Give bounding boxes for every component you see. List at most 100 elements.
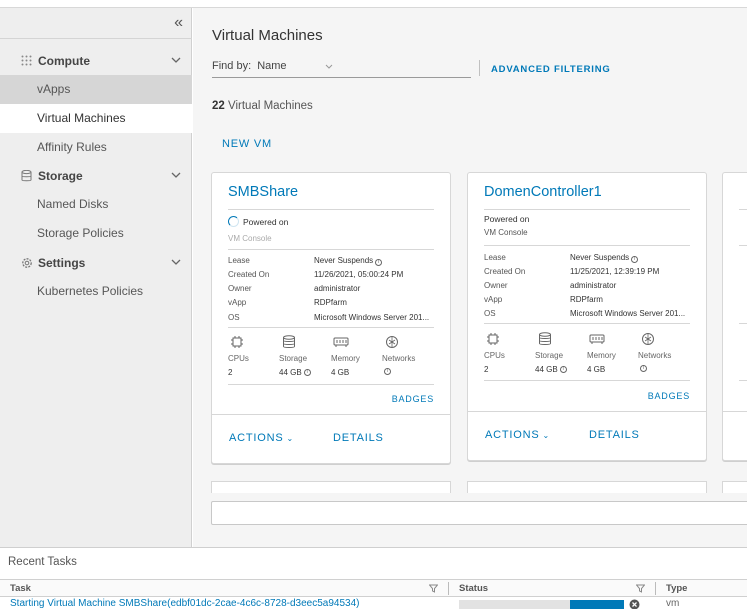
vapp-label: vApp — [484, 295, 503, 304]
divider — [484, 245, 690, 246]
storage-icon — [539, 332, 551, 345]
task-progress-bar — [459, 600, 624, 609]
sidebar-group-label: Compute — [38, 53, 90, 68]
cpu-icon — [231, 336, 243, 348]
find-by-value: Name — [257, 60, 287, 72]
footer-bar — [211, 501, 747, 525]
sidebar-group-storage[interactable]: Storage — [0, 161, 192, 190]
sidebar-item-vapps[interactable]: vApps — [0, 75, 192, 104]
sidebar-item-named-disks[interactable]: Named Disks — [0, 190, 192, 219]
divider — [484, 209, 690, 210]
info-icon[interactable]: i — [375, 259, 383, 266]
lease-label: Lease — [228, 256, 250, 265]
networks-label: Networks — [638, 351, 672, 360]
cancel-task-icon[interactable] — [629, 599, 640, 609]
vm-name-link[interactable]: SMBShare — [228, 184, 298, 200]
storage-label: Storage — [279, 354, 308, 363]
vm-name-link[interactable]: DomenController1 — [484, 184, 602, 200]
vm-console-link[interactable]: VM Console — [484, 228, 528, 237]
badges-link[interactable]: BADGES — [648, 391, 690, 401]
lease-label: Lease — [484, 253, 506, 262]
created-on-value: 11/26/2021, 05:00:24 PM — [314, 270, 404, 279]
chevron-down-icon — [325, 64, 333, 69]
badges-link[interactable]: BADGES — [392, 394, 434, 404]
compute-icon — [20, 54, 33, 67]
memory-value: 4 GB — [331, 368, 350, 377]
details-link[interactable]: DETAILS — [589, 429, 640, 441]
owner-value: administrator — [570, 281, 617, 290]
gear-icon — [20, 256, 33, 269]
vm-card-next-row — [467, 481, 707, 493]
column-header-type[interactable]: Type — [666, 583, 687, 594]
vapp-value: RDPfarm — [314, 298, 347, 307]
column-header-task[interactable]: Task — [10, 583, 31, 594]
collapse-sidebar-button[interactable]: « — [174, 14, 183, 32]
power-status: Powered on — [228, 216, 288, 227]
info-icon[interactable]: i — [303, 369, 311, 376]
info-icon[interactable]: i — [384, 368, 391, 375]
task-link[interactable]: Starting Virtual Machine SMBShare(edbf01… — [10, 598, 359, 609]
divider — [739, 323, 747, 324]
network-icon — [386, 336, 398, 348]
vm-count: 22 Virtual Machines — [212, 100, 313, 112]
column-divider[interactable] — [448, 582, 449, 595]
chevron-down-icon[interactable] — [170, 256, 182, 268]
top-header-bar — [0, 0, 747, 8]
chevron-down-icon[interactable] — [170, 169, 182, 181]
divider — [484, 323, 690, 324]
storage-icon — [283, 335, 295, 348]
vm-count-label: Virtual Machines — [228, 100, 313, 112]
filter-icon[interactable] — [429, 584, 438, 593]
cpus-label: CPUs — [484, 351, 505, 360]
info-icon[interactable]: i — [640, 365, 647, 372]
storage-label: Storage — [535, 351, 564, 360]
details-link[interactable]: DETAILS — [333, 432, 384, 444]
vapp-value: RDPfarm — [570, 295, 603, 304]
divider — [739, 245, 747, 246]
cpus-value: 2 — [484, 365, 489, 374]
power-status-label: Powered on — [243, 216, 289, 227]
new-vm-button[interactable]: NEW VM — [222, 138, 272, 150]
divider — [479, 60, 480, 76]
sidebar-group-settings[interactable]: Settings — [0, 248, 192, 277]
memory-value: 4 GB — [587, 365, 606, 374]
sidebar-divider — [0, 38, 192, 39]
column-header-status[interactable]: Status — [459, 583, 488, 594]
sidebar-group-label: Settings — [38, 255, 86, 270]
sidebar-item-kubernetes-policies[interactable]: Kubernetes Policies — [0, 277, 192, 306]
vm-card-next-row — [722, 481, 747, 493]
storage-value: 44 GB i — [535, 365, 567, 374]
os-label: OS — [484, 309, 496, 318]
recent-tasks-title: Recent Tasks — [8, 556, 77, 568]
chevron-down-icon[interactable] — [170, 54, 182, 66]
info-icon[interactable]: i — [559, 366, 567, 373]
vapp-label: vApp — [228, 298, 247, 307]
memory-icon — [589, 334, 605, 344]
vm-card: DomenController1 Powered on VM Console L… — [467, 172, 707, 461]
vm-card-partial — [722, 172, 747, 461]
created-on-label: Created On — [484, 267, 526, 276]
vm-card: SMBShare Powered on VM Console Lease Nev… — [211, 172, 451, 464]
networks-value: i — [638, 365, 647, 372]
advanced-filtering-link[interactable]: ADVANCED FILTERING — [491, 64, 611, 75]
filter-icon[interactable] — [636, 584, 645, 593]
chevron-down-icon: ⌄ — [539, 431, 551, 440]
storage-icon — [20, 169, 33, 182]
sidebar-group-compute[interactable]: Compute — [0, 46, 192, 75]
power-status-label: Powered on — [484, 214, 530, 224]
owner-value: administrator — [314, 284, 361, 293]
divider — [739, 209, 747, 210]
sidebar-item-affinity-rules[interactable]: Affinity Rules — [0, 133, 192, 162]
column-divider[interactable] — [655, 582, 656, 595]
actions-dropdown[interactable]: ACTIONS ⌄ — [229, 432, 294, 444]
networks-value: i — [382, 368, 391, 375]
sidebar-item-storage-policies[interactable]: Storage Policies — [0, 219, 192, 248]
sidebar-item-virtual-machines[interactable]: Virtual Machines — [0, 104, 192, 133]
cpus-value: 2 — [228, 368, 233, 377]
actions-dropdown[interactable]: ACTIONS ⌄ — [485, 429, 550, 441]
divider — [723, 411, 747, 412]
vm-card-next-row — [211, 481, 451, 493]
os-value: Microsoft Windows Server 201... — [314, 313, 430, 322]
find-by-select[interactable]: Find by: Name — [212, 60, 471, 78]
info-icon[interactable]: i — [631, 256, 639, 263]
